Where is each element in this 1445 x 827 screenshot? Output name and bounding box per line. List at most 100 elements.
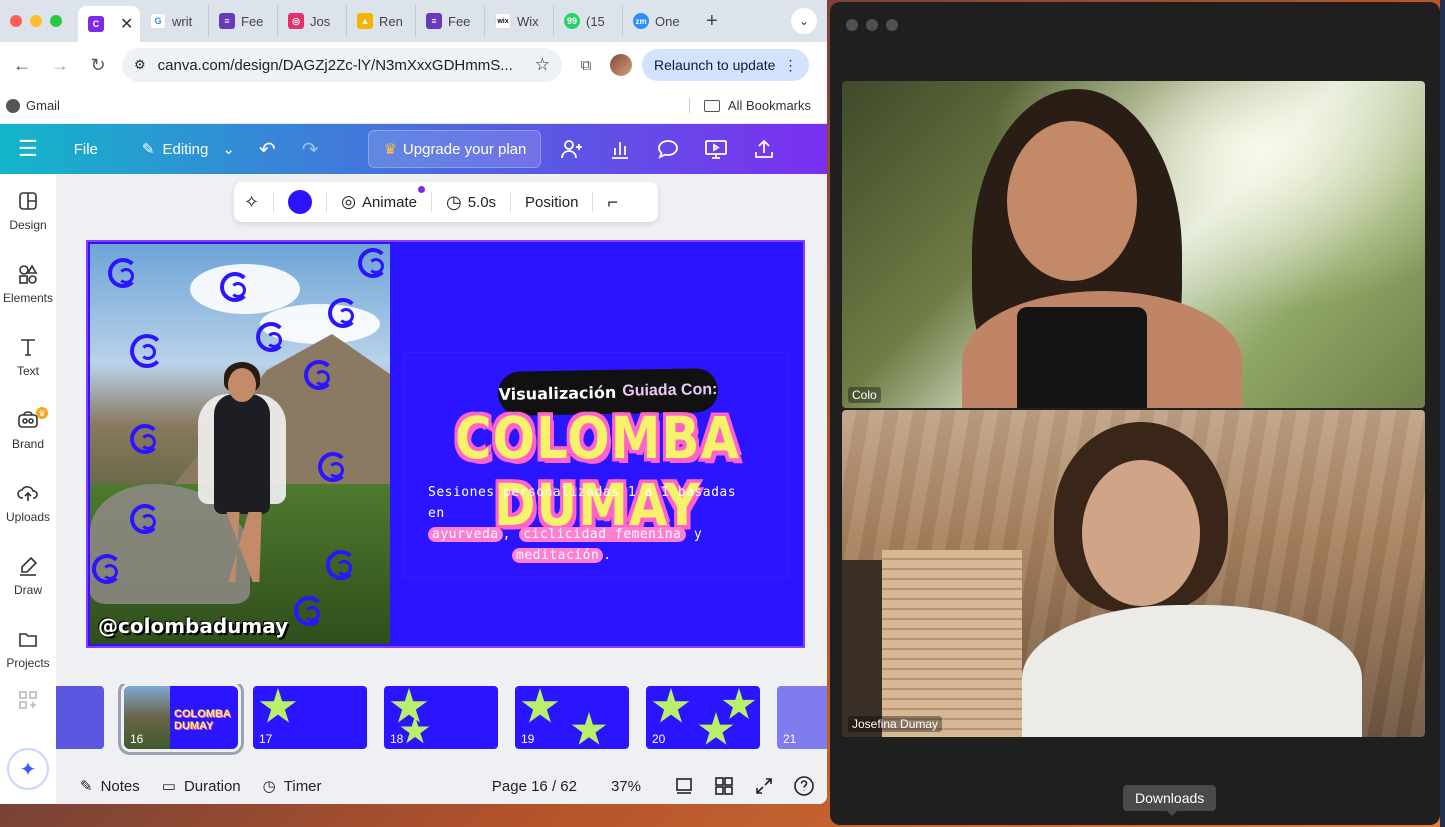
chevron-down-icon: ⌄ <box>222 141 235 158</box>
sidebar-item-brand[interactable]: ♛ Brand <box>0 393 56 466</box>
notes-button[interactable]: ✎ Notes <box>80 777 140 796</box>
duration-footer-button[interactable]: ▭ Duration <box>161 777 241 796</box>
tab-zoom[interactable]: zm One <box>623 5 692 37</box>
all-bookmarks[interactable]: All Bookmarks <box>688 98 811 113</box>
clock-icon: ◷ <box>445 191 462 212</box>
tab-google[interactable]: G writ <box>140 5 209 37</box>
wix-favicon-icon: wix <box>495 13 511 29</box>
instagram-handle-text[interactable]: @colombadumay <box>98 614 288 638</box>
fullscreen-icon[interactable] <box>753 775 775 797</box>
sidebar-item-projects[interactable]: Projects <box>0 612 56 685</box>
animate-label: Animate <box>361 193 417 211</box>
duration-button[interactable]: ◷ 5.0s <box>446 192 496 213</box>
bookmark-star-icon[interactable]: ☆ <box>535 55 550 75</box>
reload-icon[interactable]: ↻ <box>84 51 112 79</box>
minimize-window-button[interactable] <box>30 15 42 27</box>
bookmark-gmail[interactable]: Gmail <box>6 98 60 113</box>
page-thumbnail[interactable]: 20 <box>646 686 760 749</box>
star-shape <box>571 712 607 745</box>
duration-footer-label: Duration <box>183 777 241 795</box>
minimize-window-button[interactable] <box>866 19 878 31</box>
tab-book[interactable]: ▲ Ren <box>347 5 416 37</box>
undo-icon[interactable]: ↶ <box>259 137 276 162</box>
tab-search-chevron-icon[interactable]: ⌄ <box>791 8 817 34</box>
sidebar-item-apps[interactable] <box>0 685 56 715</box>
sidebar-item-design[interactable]: Design <box>0 174 56 247</box>
page-thumbnail-selected[interactable]: COLOMBA DUMAY 16 <box>118 684 244 755</box>
tab-wix[interactable]: wix Wix <box>485 5 554 37</box>
page-thumbnail[interactable] <box>56 686 104 749</box>
maximize-window-button[interactable] <box>50 15 62 27</box>
share-people-icon[interactable] <box>559 136 585 162</box>
swirl-decoration <box>130 504 160 534</box>
tab-forms-1[interactable]: ≡ Fee <box>209 5 278 37</box>
sidebar-item-text[interactable]: Text <box>0 320 56 393</box>
tab-instagram[interactable]: ◎ Jos <box>278 5 347 37</box>
sidebar-item-draw[interactable]: Draw <box>0 539 56 612</box>
close-window-button[interactable] <box>10 15 22 27</box>
tab-label: Wix <box>517 13 539 29</box>
star-shape <box>652 688 690 723</box>
swirl-decoration <box>318 452 348 482</box>
close-window-button[interactable] <box>846 19 858 31</box>
share-upload-icon[interactable] <box>751 136 777 162</box>
slide-photo[interactable]: @colombadumay <box>90 244 390 644</box>
page-thumbnail[interactable]: 17 <box>253 686 367 749</box>
tab-whatsapp[interactable]: 99 (15 <box>554 5 623 37</box>
tab-label: Jos <box>310 13 331 29</box>
page-thumbnail[interactable]: 19 <box>515 686 629 749</box>
new-tab-icon[interactable]: + <box>706 10 718 33</box>
forward-arrow-icon[interactable]: → <box>46 51 74 79</box>
duration-icon: ▭ <box>161 778 176 795</box>
file-menu[interactable]: File <box>74 141 98 158</box>
swirl-decoration <box>326 550 356 580</box>
help-icon[interactable] <box>793 775 815 797</box>
bookmarks-bar: Gmail All Bookmarks <box>0 88 827 124</box>
profile-avatar[interactable] <box>610 54 632 76</box>
all-bookmarks-label: All Bookmarks <box>727 98 811 113</box>
slide-description[interactable]: Sesiones personalizadas 1 a 1 basadas en… <box>428 482 748 566</box>
tab-label: One <box>655 13 680 29</box>
tab-forms-2[interactable]: ≡ Fee <box>416 5 485 37</box>
page-thumbnail[interactable]: 21 <box>777 686 827 749</box>
sidebar-item-elements[interactable]: Elements <box>0 247 56 320</box>
animate-button[interactable]: ◎ Animate <box>341 186 425 212</box>
tab-close-icon[interactable]: ✕ <box>120 14 133 34</box>
ai-edit-icon[interactable]: ✧ <box>244 192 259 213</box>
participant-shirt <box>1022 605 1362 737</box>
position-button[interactable]: Position <box>525 194 578 211</box>
tab-label: writ <box>172 13 193 29</box>
page-indicator[interactable]: Page 16 / 62 <box>492 778 577 795</box>
sidebar-item-uploads[interactable]: Uploads <box>0 466 56 539</box>
zoom-level[interactable]: 37% <box>611 778 641 795</box>
redo-icon[interactable]: ↷ <box>302 137 319 162</box>
participant-video[interactable]: Josefina Dumay <box>842 410 1425 737</box>
url-field[interactable]: ⚙ canva.com/design/DAGZj2Zc-lY/N3mXxxGDH… <box>122 48 562 82</box>
page-number: 19 <box>521 732 535 746</box>
maximize-window-button[interactable] <box>886 19 898 31</box>
relaunch-button[interactable]: Relaunch to update ⋮ <box>642 49 810 81</box>
timer-button[interactable]: ◷ Timer <box>263 777 322 796</box>
highlight-ayurveda: ayurveda <box>428 527 503 542</box>
hamburger-menu-icon[interactable]: ☰ <box>18 136 38 162</box>
extensions-icon[interactable]: ⧉ <box>572 51 600 79</box>
toolbar-divider <box>510 192 512 212</box>
present-icon[interactable] <box>703 136 729 162</box>
comment-icon[interactable] <box>655 136 681 162</box>
color-swatch-button[interactable] <box>288 190 313 214</box>
site-settings-icon[interactable]: ⚙ <box>134 57 146 73</box>
magic-sparkle-button[interactable]: ✦ <box>7 748 49 790</box>
slide-canvas[interactable]: @colombadumay Visualización Guiada Con: … <box>86 240 805 648</box>
paint-roller-icon[interactable]: ⌐ <box>607 192 618 213</box>
slide-text-panel[interactable]: Visualización Guiada Con: COLOMBA DUMAY … <box>404 352 789 578</box>
participant-video[interactable]: Colo <box>842 81 1425 408</box>
editing-mode-dropdown[interactable]: ✎ Editing ⌄ <box>142 140 235 159</box>
page-thumbnail[interactable]: 18 <box>384 686 498 749</box>
tab-canva[interactable]: C ✕ <box>78 6 140 42</box>
pages-view-icon[interactable] <box>673 775 695 797</box>
analytics-icon[interactable] <box>607 136 633 162</box>
grid-view-icon[interactable] <box>713 775 735 797</box>
back-arrow-icon[interactable]: ← <box>8 51 36 79</box>
desktop-edge <box>1440 0 1445 827</box>
upgrade-plan-button[interactable]: ♛ Upgrade your plan <box>368 130 542 168</box>
